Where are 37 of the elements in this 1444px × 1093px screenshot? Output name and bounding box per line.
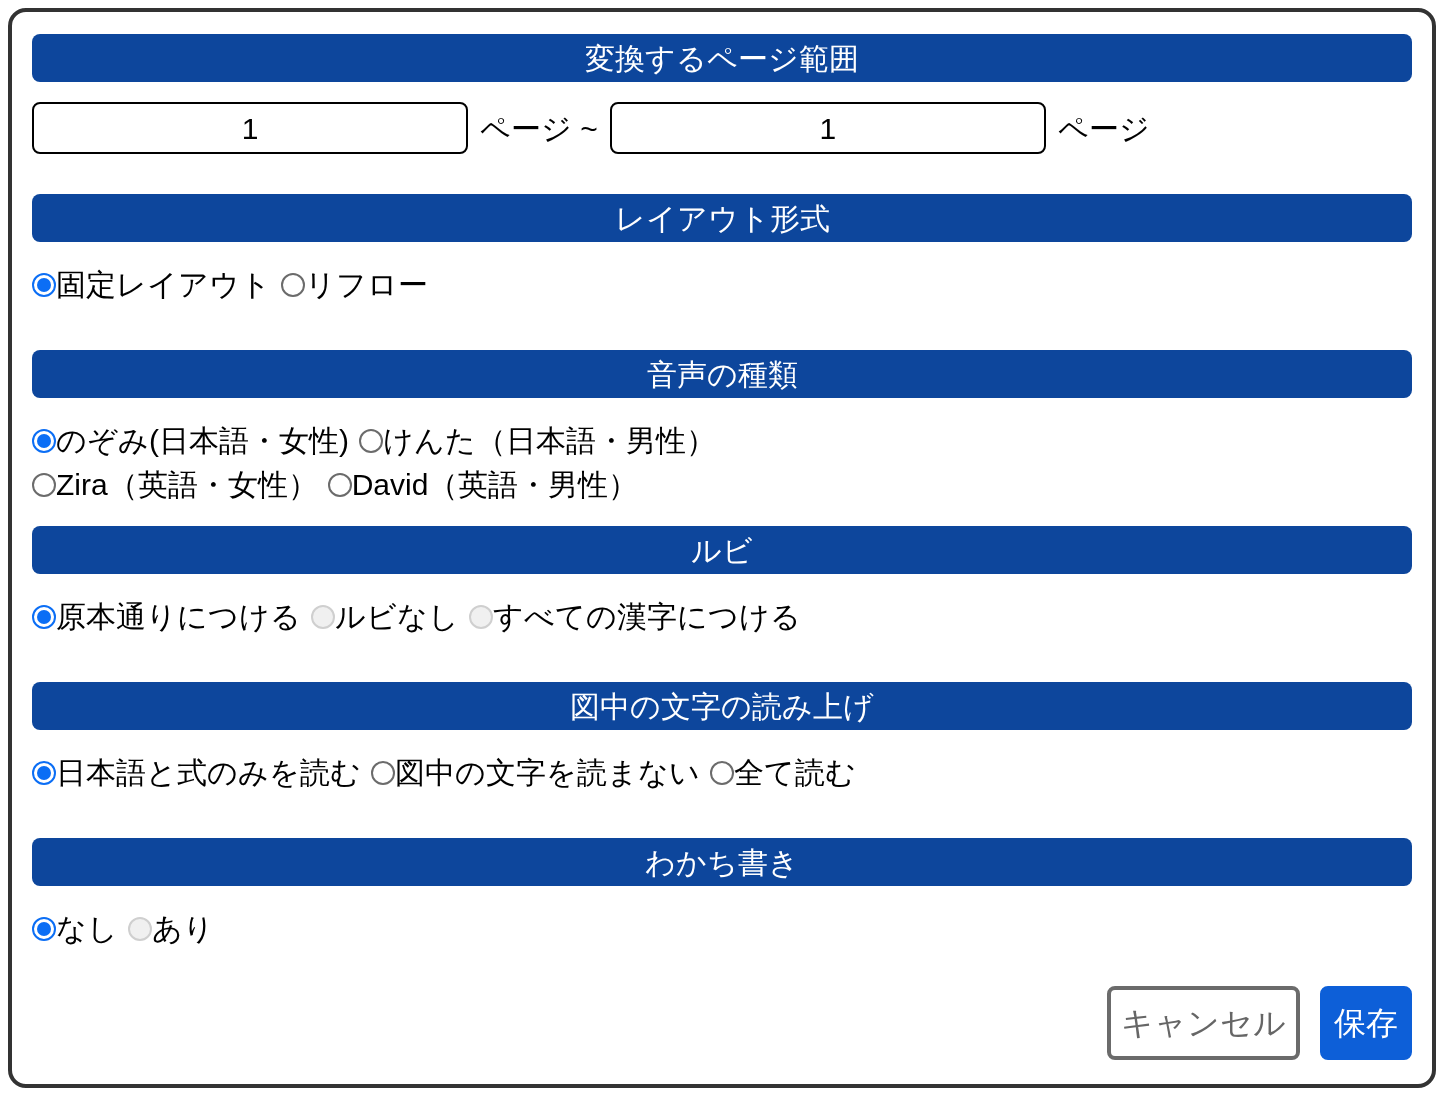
option-label: なし bbox=[56, 914, 118, 944]
radio-button[interactable] bbox=[281, 273, 305, 297]
option-label: David（英語・男性） bbox=[351, 470, 639, 500]
option-label: すべての漢字につける bbox=[493, 602, 801, 632]
option-label: 図中の文字を読まない bbox=[395, 758, 700, 788]
page-unit-label: ページ ~ bbox=[480, 110, 598, 147]
radio-button[interactable] bbox=[359, 429, 383, 453]
section-header: 変換するページ範囲 bbox=[32, 34, 1412, 82]
section-header: ルビ bbox=[32, 526, 1412, 574]
option-label: けんた（日本語・男性） bbox=[383, 426, 716, 456]
radio-button[interactable] bbox=[327, 473, 352, 497]
option-label: 日本語と式のみを読む bbox=[56, 758, 361, 788]
option-label: 全て読む bbox=[734, 758, 856, 788]
radio-button[interactable] bbox=[32, 917, 56, 941]
radio-button[interactable] bbox=[32, 605, 56, 629]
page-from-field[interactable]: 1 bbox=[32, 102, 468, 154]
option-label: あり bbox=[152, 914, 214, 944]
option-label: リフロー bbox=[305, 270, 428, 300]
section-header: 図中の文字の読み上げ bbox=[32, 682, 1412, 730]
page-to-field[interactable]: 1 bbox=[609, 102, 1046, 154]
radio-button[interactable] bbox=[710, 761, 734, 785]
radio-button[interactable] bbox=[32, 761, 56, 785]
section-header: わかち書き bbox=[32, 838, 1412, 886]
option-label: ルビなし bbox=[335, 602, 459, 632]
option-label: 原本通りにつける bbox=[56, 602, 301, 632]
save-button[interactable]: 保存 bbox=[1320, 986, 1412, 1060]
radio-button[interactable] bbox=[371, 761, 395, 785]
radio-button[interactable] bbox=[32, 273, 56, 297]
section-header: レイアウト形式 bbox=[32, 194, 1412, 242]
option-label: 固定レイアウト bbox=[56, 270, 271, 300]
section-header: 音声の種類 bbox=[32, 350, 1412, 398]
option-label: のぞみ(日本語・女性) bbox=[56, 426, 349, 456]
cancel-button[interactable]: キャンセル bbox=[1107, 986, 1300, 1060]
radio-button[interactable] bbox=[32, 473, 56, 497]
radio-button[interactable] bbox=[32, 429, 56, 453]
page-unit-label: ページ bbox=[1057, 110, 1150, 147]
option-label: Zira（英語・女性） bbox=[56, 470, 318, 500]
